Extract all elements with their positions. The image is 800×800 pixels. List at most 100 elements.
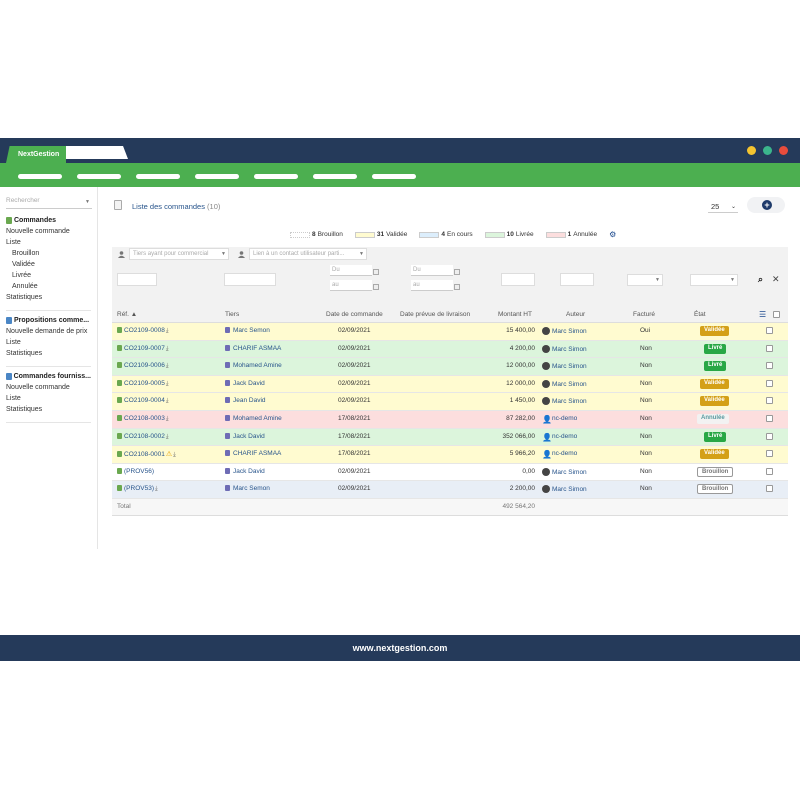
billed-filter-select[interactable]: ▼: [627, 274, 663, 286]
author-link[interactable]: 👤nc-demo: [542, 415, 577, 424]
row-checkbox[interactable]: [766, 344, 773, 352]
clear-filter-icon[interactable]: ✕: [772, 274, 780, 285]
tiers-link[interactable]: CHARIF ASMAA: [225, 344, 281, 352]
col-order-date[interactable]: Date de commande: [326, 311, 383, 318]
menu-brouillon[interactable]: Brouillon: [6, 250, 91, 257]
order-ref-link[interactable]: CO2109-0006⤓: [117, 362, 169, 370]
row-checkbox[interactable]: [766, 467, 773, 475]
row-checkbox[interactable]: [766, 397, 773, 405]
author-link[interactable]: Marc Simon: [542, 327, 587, 335]
nav-item-5[interactable]: [254, 174, 298, 179]
col-billed[interactable]: Facturé: [633, 311, 655, 318]
table-row[interactable]: CO2109-0004⤓ Jean David 02/09/2021 1 450,00…: [112, 393, 788, 411]
tiers-filter-input[interactable]: [224, 273, 276, 286]
download-icon[interactable]: ⤓: [166, 398, 169, 404]
tiers-link[interactable]: Jack David: [225, 432, 265, 440]
row-checkbox[interactable]: [766, 362, 773, 370]
nav-item-3[interactable]: [136, 174, 180, 179]
author-link[interactable]: Marc Simon: [542, 344, 587, 353]
tiers-link[interactable]: Marc Semon: [225, 327, 270, 334]
row-checkbox[interactable]: [766, 450, 773, 458]
minimize-dot-icon[interactable]: [747, 146, 756, 155]
menu-liste-propositions[interactable]: Liste: [6, 339, 91, 346]
menu-liste[interactable]: Liste: [6, 239, 91, 246]
menu-title-propositions[interactable]: Propositions comme...: [6, 317, 91, 324]
contact-filter-select[interactable]: Lien à un contact utilisateur parti... ▼: [249, 248, 367, 260]
order-ref-link[interactable]: (PROV53)⤓: [117, 485, 158, 493]
calendar-icon[interactable]: [454, 284, 460, 290]
row-checkbox[interactable]: [766, 414, 773, 422]
nav-item-6[interactable]: [313, 174, 357, 179]
tab-blank[interactable]: [66, 146, 128, 159]
menu-nouvelle-demande-prix[interactable]: Nouvelle demande de prix: [6, 328, 91, 335]
row-checkbox[interactable]: [766, 327, 773, 334]
nav-item-1[interactable]: [18, 174, 62, 179]
menu-nouvelle-commande-fournisseur[interactable]: Nouvelle commande: [6, 384, 91, 391]
table-row[interactable]: CO2109-0005⤓ Jack David 02/09/2021 12 000,0…: [112, 375, 788, 394]
menu-liste-fournisseur[interactable]: Liste: [6, 395, 91, 402]
author-link[interactable]: Marc Simon: [542, 362, 587, 371]
row-checkbox[interactable]: [766, 432, 773, 440]
menu-title-fournisseurs[interactable]: Commandes fourniss...: [6, 373, 91, 380]
table-row[interactable]: CO2108-0001⚠⤓ CHARIF ASMAA 17/08/2021 5 966…: [112, 446, 788, 464]
gear-icon[interactable]: ⚙: [609, 230, 616, 239]
amount-filter-input[interactable]: [501, 273, 535, 286]
order-date-from-input[interactable]: Du: [330, 265, 372, 276]
order-ref-link[interactable]: CO2108-0001⚠⤓: [117, 450, 176, 459]
tiers-link[interactable]: Marc Semon: [225, 485, 270, 492]
tab-nextgestion[interactable]: NextGestion: [6, 146, 66, 163]
calendar-icon[interactable]: [373, 269, 379, 275]
menu-annulee[interactable]: Annulée: [6, 283, 91, 290]
tiers-link[interactable]: Jean David: [225, 397, 266, 404]
menu-statistiques[interactable]: Statistiques: [6, 294, 91, 301]
download-icon[interactable]: ⤓: [166, 328, 169, 334]
menu-validee[interactable]: Validée: [6, 261, 91, 268]
table-row[interactable]: CO2109-0006⤓ Mohamed Amine 02/09/2021 12 00…: [112, 358, 788, 376]
order-ref-link[interactable]: CO2109-0008⤓: [117, 327, 169, 335]
delivery-date-from-input[interactable]: Du: [411, 265, 453, 276]
col-tiers[interactable]: Tiers: [225, 311, 239, 318]
table-row[interactable]: CO2108-0003⤓ Mohamed Amine 17/08/2021 87 28…: [112, 410, 788, 429]
search-icon[interactable]: ⌕: [758, 274, 763, 285]
select-all-checkbox[interactable]: [773, 311, 780, 318]
row-checkbox[interactable]: [766, 379, 773, 387]
menu-livree[interactable]: Livrée: [6, 272, 91, 279]
tiers-link[interactable]: CHARIF ASMAA: [225, 450, 281, 457]
tiers-link[interactable]: Mohamed Amine: [225, 362, 282, 369]
download-icon[interactable]: ⤓: [166, 381, 169, 387]
download-icon[interactable]: ⤓: [166, 346, 169, 352]
author-link[interactable]: Marc Simon: [542, 397, 587, 406]
close-dot-icon[interactable]: [779, 146, 788, 155]
maximize-dot-icon[interactable]: [763, 146, 772, 155]
delivery-date-to-input[interactable]: au: [411, 280, 453, 291]
author-link[interactable]: Marc Simon: [542, 379, 587, 388]
per-page-select[interactable]: 25 ⌄: [708, 199, 738, 213]
download-icon[interactable]: ⤓: [166, 434, 169, 440]
table-row[interactable]: (PROV56) Jack David 02/09/2021 0,00 Marc Sim…: [112, 463, 788, 482]
menu-nouvelle-commande[interactable]: Nouvelle commande: [6, 228, 91, 235]
nav-item-4[interactable]: [195, 174, 239, 179]
order-date-to-input[interactable]: au: [330, 280, 372, 291]
tiers-link[interactable]: Mohamed Amine: [225, 414, 282, 422]
order-ref-link[interactable]: CO2109-0007⤓: [117, 344, 169, 353]
author-filter-input[interactable]: [560, 273, 594, 286]
menu-title-commandes[interactable]: Commandes: [6, 217, 91, 224]
col-delivery-date[interactable]: Date prévue de livraison: [400, 311, 470, 318]
download-icon[interactable]: ⤓: [166, 416, 169, 422]
col-author[interactable]: Auteur: [566, 311, 585, 318]
order-ref-link[interactable]: CO2109-0004⤓: [117, 397, 169, 405]
tiers-link[interactable]: Jack David: [225, 467, 265, 475]
author-link[interactable]: 👤nc-demo: [542, 433, 577, 442]
ref-filter-input[interactable]: [117, 273, 157, 286]
download-icon[interactable]: ⤓: [173, 452, 176, 458]
commercial-filter-select[interactable]: Tiers ayant pour commercial ▼: [129, 248, 229, 260]
nav-item-7[interactable]: [372, 174, 416, 179]
author-link[interactable]: Marc Simon: [542, 485, 587, 494]
table-row[interactable]: CO2109-0008⤓ Marc Semon 02/09/2021 15 400,0…: [112, 323, 788, 341]
menu-statistiques-propositions[interactable]: Statistiques: [6, 350, 91, 357]
calendar-icon[interactable]: [454, 269, 460, 275]
download-icon[interactable]: ⤓: [155, 486, 158, 492]
col-ref[interactable]: Réf. ▲: [117, 311, 137, 318]
calendar-icon[interactable]: [373, 284, 379, 290]
status-filter-select[interactable]: ▼: [690, 274, 738, 286]
